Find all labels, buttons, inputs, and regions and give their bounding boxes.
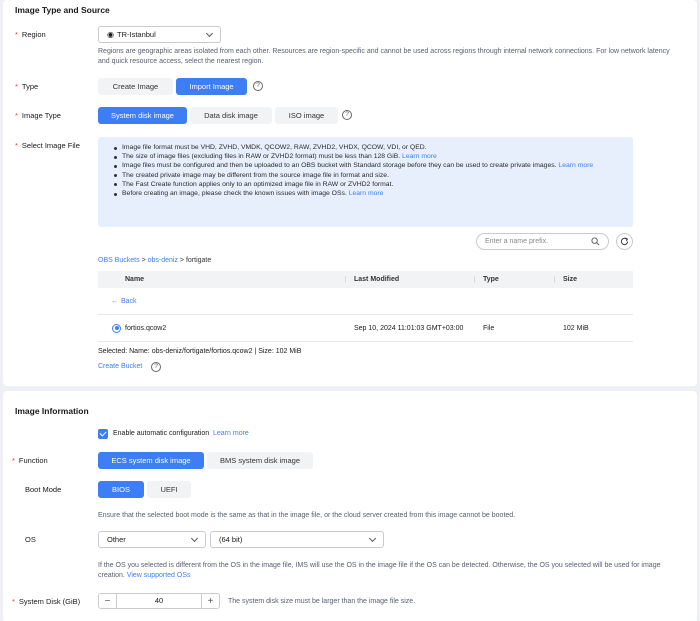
section-title: Image Type and Source [15, 5, 110, 15]
breadcrumb-bucket[interactable]: obs-deniz [148, 257, 178, 264]
os-help: If the OS you selected is different from… [98, 562, 661, 579]
location-pin-icon: ◉ [107, 30, 114, 39]
chevron-down-icon [190, 534, 199, 542]
chevron-down-icon [205, 29, 214, 37]
create-image-option[interactable]: Create Image [98, 78, 173, 95]
boot-mode-label: Boot Mode [25, 485, 62, 494]
system-disk-help: The system disk size must be larger than… [228, 598, 416, 605]
function-selector: ECS system disk image BMS system disk im… [98, 452, 316, 469]
info-item: Before creating an image, please check t… [114, 189, 623, 198]
name-prefix-search-input[interactable]: Enter a name prefix. [476, 233, 609, 250]
bios-option[interactable]: BIOS [98, 481, 144, 498]
column-size: Size [554, 276, 633, 283]
info-item: Image files must be configured and then … [114, 161, 623, 170]
info-item: The Fast Create function applies only to… [114, 180, 623, 189]
os-label: OS [25, 535, 36, 544]
image-type-selector: System disk image Data disk image ISO im… [98, 107, 341, 124]
system-disk-stepper: − 40 + [98, 593, 220, 609]
select-image-file-label: * Select Image File [15, 141, 80, 150]
data-disk-image-option[interactable]: Data disk image [190, 107, 272, 124]
info-item: The size of image files (excluding files… [114, 152, 623, 161]
section-title: Image Information [15, 406, 89, 416]
bms-system-disk-option[interactable]: BMS system disk image [207, 452, 313, 469]
type-label: * Type [15, 82, 39, 91]
system-disk-label: * System Disk (GiB) [12, 597, 81, 606]
chevron-down-icon [368, 534, 377, 542]
info-item: Image file format must be VHD, ZVHD, VMD… [114, 143, 623, 152]
column-type: Type [474, 276, 554, 283]
help-icon[interactable]: ? [342, 110, 352, 120]
back-arrow-icon[interactable]: ← [111, 298, 118, 305]
image-information-card: Image Information [3, 391, 697, 621]
obs-file-table: Name Last Modified Type Size ← Back fort… [98, 271, 633, 342]
learn-more-link[interactable]: Learn more [213, 430, 249, 437]
auto-config-checkbox[interactable] [98, 429, 108, 439]
learn-more-link[interactable]: Learn more [349, 190, 384, 197]
column-last-modified: Last Modified [345, 276, 474, 283]
region-label: * Region [15, 30, 46, 39]
ecs-system-disk-option[interactable]: ECS system disk image [98, 452, 204, 469]
region-select[interactable]: ◉ TR-Istanbul [98, 26, 221, 43]
file-name: fortios.qcow2 [125, 324, 167, 332]
column-name: Name [125, 276, 145, 283]
breadcrumb-folder: fortigate [185, 257, 212, 264]
help-icon[interactable]: ? [151, 362, 161, 372]
uefi-option[interactable]: UEFI [147, 481, 191, 498]
import-image-option[interactable]: Import Image [176, 78, 247, 95]
region-help: Regions are geographic areas isolated fr… [98, 48, 670, 65]
create-bucket-link[interactable]: Create Bucket [98, 363, 142, 370]
view-supported-oss-link[interactable]: View supported OSs [127, 572, 191, 579]
auto-config-label: Enable automatic configuration Learn mor… [113, 430, 249, 437]
system-disk-input[interactable]: 40 [116, 594, 202, 608]
search-icon[interactable] [591, 237, 600, 246]
boot-mode-selector: BIOS UEFI [98, 481, 194, 498]
system-disk-image-option[interactable]: System disk image [98, 107, 187, 124]
iso-image-option[interactable]: ISO image [275, 107, 338, 124]
back-row[interactable]: ← Back [98, 288, 633, 315]
help-icon[interactable]: ? [253, 81, 263, 91]
selected-file-summary: Selected: Name: obs-deniz/fortigate/fort… [98, 348, 302, 355]
breadcrumb-obs-buckets[interactable]: OBS Buckets [98, 257, 140, 264]
refresh-button[interactable] [616, 233, 633, 250]
type-selector: Create Image Import Image [98, 78, 250, 95]
info-item: The created private image may be differe… [114, 171, 623, 180]
os-bits-select[interactable]: (64 bit) [210, 531, 384, 548]
back-link[interactable]: Back [121, 298, 137, 305]
file-size: 102 MiB [563, 324, 589, 332]
file-type: File [483, 324, 495, 332]
learn-more-link[interactable]: Learn more [402, 153, 437, 160]
increment-button[interactable]: + [202, 594, 219, 608]
os-select[interactable]: Other [98, 531, 206, 548]
image-type-label: * Image Type [15, 111, 61, 120]
learn-more-link[interactable]: Learn more [558, 162, 593, 169]
function-label: * Function [12, 456, 48, 465]
file-modified: Sep 10, 2024 11:01:03 GMT+03:00 [354, 324, 464, 332]
refresh-icon [620, 237, 629, 246]
file-radio[interactable] [112, 323, 121, 333]
breadcrumb: OBS Buckets > obs-deniz > fortigate [98, 257, 212, 264]
boot-mode-help: Ensure that the selected boot mode is th… [98, 512, 516, 519]
table-header: Name Last Modified Type Size [98, 271, 633, 288]
image-file-info-box: Image file format must be VHD, ZVHD, VMD… [98, 137, 633, 227]
table-row[interactable]: fortios.qcow2 Sep 10, 2024 11:01:03 GMT+… [98, 315, 633, 342]
decrement-button[interactable]: − [99, 594, 116, 608]
